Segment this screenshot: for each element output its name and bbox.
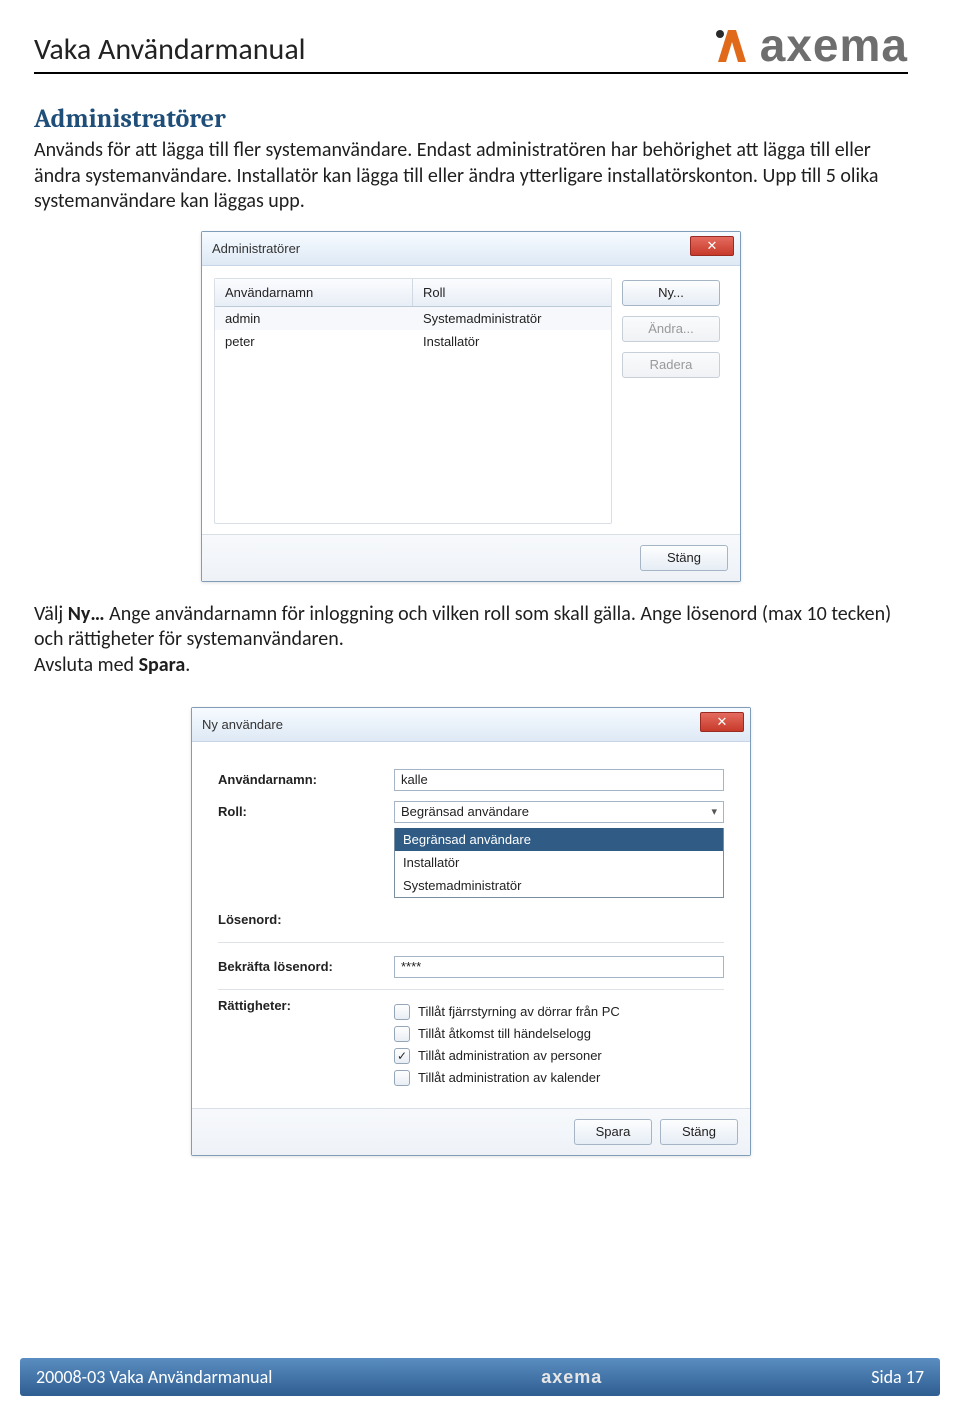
page-footer: 20008-03 Vaka Användarmanual axema Sida … (20, 1358, 940, 1396)
section-heading: Administratörer (34, 104, 908, 134)
right-label: Tillåt fjärrstyrning av dörrar från PC (418, 1004, 620, 1019)
edit-button[interactable]: Ändra... (622, 316, 720, 342)
right-label: Tillåt administration av personer (418, 1048, 602, 1063)
col-role[interactable]: Roll (413, 279, 611, 306)
cell-username: admin (215, 307, 413, 330)
cell-username: peter (215, 330, 413, 353)
admins-dialog-footer: Stäng (202, 534, 740, 581)
footer-left: 20008-03 Vaka Användarmanual (36, 1366, 272, 1388)
new-button[interactable]: Ny... (622, 280, 720, 306)
brand-logo: axema (712, 22, 908, 68)
header-rule (34, 72, 908, 74)
right-row[interactable]: Tillåt fjärrstyrning av dörrar från PC (394, 1004, 724, 1020)
admins-table: Användarnamn Roll admin Systemadministra… (214, 278, 612, 524)
right-row[interactable]: ✓ Tillåt administration av personer (394, 1048, 724, 1064)
admins-dialog-title: Administratörer (212, 241, 300, 256)
checkbox-icon[interactable] (394, 1026, 410, 1042)
document-header: Vaka Användarmanual axema (34, 22, 908, 68)
cell-role: Installatör (413, 330, 611, 353)
close-icon[interactable]: ✕ (700, 712, 744, 732)
role-label: Roll: (218, 804, 394, 819)
admins-dialog: Administratörer ✕ Användarnamn Roll admi… (201, 231, 741, 582)
username-input[interactable]: kalle (394, 769, 724, 791)
confirm-label: Bekräfta lösenord: (218, 959, 394, 974)
admins-dialog-titlebar[interactable]: Administratörer ✕ (202, 232, 740, 266)
axema-icon (712, 26, 752, 64)
delete-button[interactable]: Radera (622, 352, 720, 378)
checkbox-icon[interactable] (394, 1070, 410, 1086)
confirm-input[interactable]: **** (394, 956, 724, 978)
role-option[interactable]: Systemadministratör (395, 874, 723, 897)
right-label: Tillåt åtkomst till händelselogg (418, 1026, 591, 1041)
save-button[interactable]: Spara (574, 1119, 652, 1145)
newuser-dialog-title: Ny användare (202, 717, 283, 732)
close-button[interactable]: Stäng (660, 1119, 738, 1145)
role-option[interactable]: Installatör (395, 851, 723, 874)
divider (218, 942, 724, 943)
role-option[interactable]: Begränsad användare (395, 828, 723, 851)
role-dropdown: Begränsad användare Installatör Systemad… (394, 828, 724, 898)
close-icon[interactable]: ✕ (690, 236, 734, 256)
footer-brand: axema (541, 1367, 602, 1388)
instruction-paragraph: Välj Ny… Ange användarnamn för inloggnin… (34, 602, 908, 679)
table-header: Användarnamn Roll (215, 279, 611, 307)
col-username[interactable]: Användarnamn (215, 279, 413, 306)
brand-text: axema (760, 22, 908, 68)
newuser-dialog-footer: Spara Stäng (192, 1108, 750, 1155)
password-label: Lösenord: (218, 912, 394, 927)
checkbox-icon[interactable]: ✓ (394, 1048, 410, 1064)
right-label: Tillåt administration av kalender (418, 1070, 600, 1085)
intro-paragraph: Används för att lägga till fler systeman… (34, 138, 908, 215)
divider (218, 989, 724, 990)
footer-page: Sida 17 (871, 1366, 924, 1388)
right-row[interactable]: Tillåt administration av kalender (394, 1070, 724, 1086)
right-row[interactable]: Tillåt åtkomst till händelselogg (394, 1026, 724, 1042)
newuser-dialog-titlebar[interactable]: Ny användare ✕ (192, 708, 750, 742)
cell-role: Systemadministratör (413, 307, 611, 330)
document-title: Vaka Användarmanual (34, 31, 306, 68)
newuser-dialog: Ny användare ✕ Användarnamn: kalle Roll:… (191, 707, 751, 1156)
close-button[interactable]: Stäng (640, 545, 728, 571)
admins-button-column: Ny... Ändra... Radera (612, 278, 728, 524)
table-row[interactable]: admin Systemadministratör (215, 307, 611, 330)
username-label: Användarnamn: (218, 772, 394, 787)
role-combobox[interactable]: Begränsad användare (394, 801, 724, 823)
table-row[interactable]: peter Installatör (215, 330, 611, 353)
rights-label: Rättigheter: (218, 998, 394, 1013)
checkbox-icon[interactable] (394, 1004, 410, 1020)
